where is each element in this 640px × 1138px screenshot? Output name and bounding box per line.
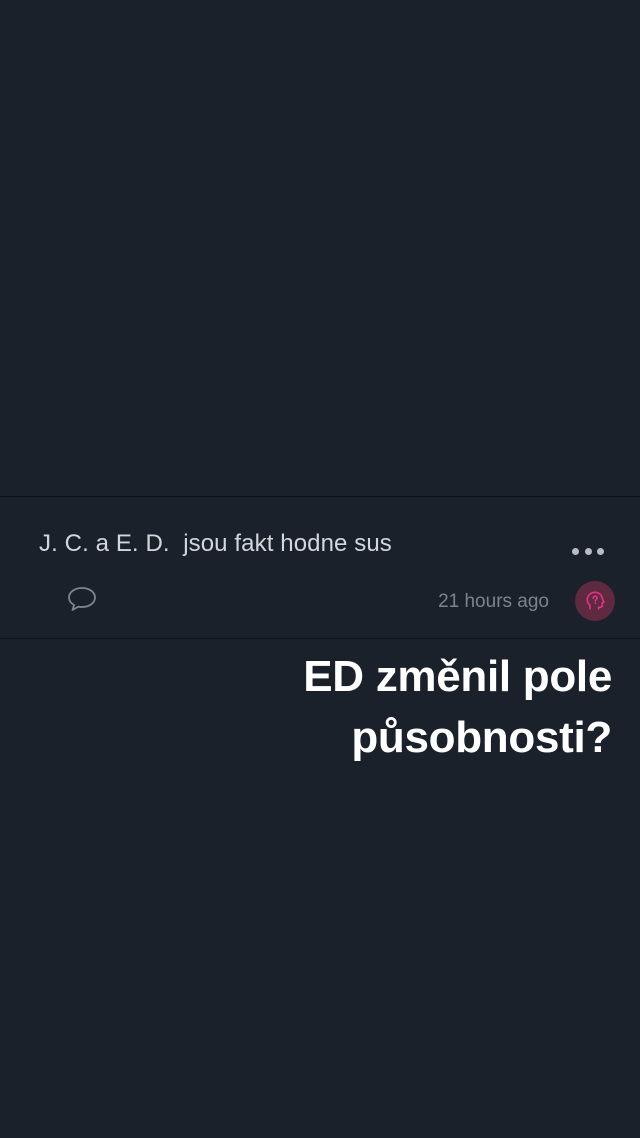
post-timestamp: 21 hours ago	[438, 591, 549, 612]
comment-button[interactable]	[66, 585, 98, 613]
head-question-icon	[586, 591, 605, 610]
more-options-button[interactable]	[572, 543, 604, 559]
more-dot-icon	[597, 547, 604, 555]
overlay-line-2: působnosti?	[351, 713, 612, 762]
post-text: J. C. a E. D. jsou fakt hodne sus	[39, 530, 392, 557]
reaction-button[interactable]	[575, 581, 615, 621]
overlay-line-1: ED změnil pole	[303, 652, 612, 701]
post-card: J. C. a E. D. jsou fakt hodne sus 21 hou…	[0, 496, 640, 639]
story-text-overlay: ED změnil pole působnosti?	[192, 646, 612, 768]
comment-bubble-icon	[68, 587, 96, 611]
more-dot-icon	[572, 547, 579, 555]
more-dot-icon	[584, 547, 592, 555]
screen: J. C. a E. D. jsou fakt hodne sus 21 hou…	[0, 0, 640, 1138]
